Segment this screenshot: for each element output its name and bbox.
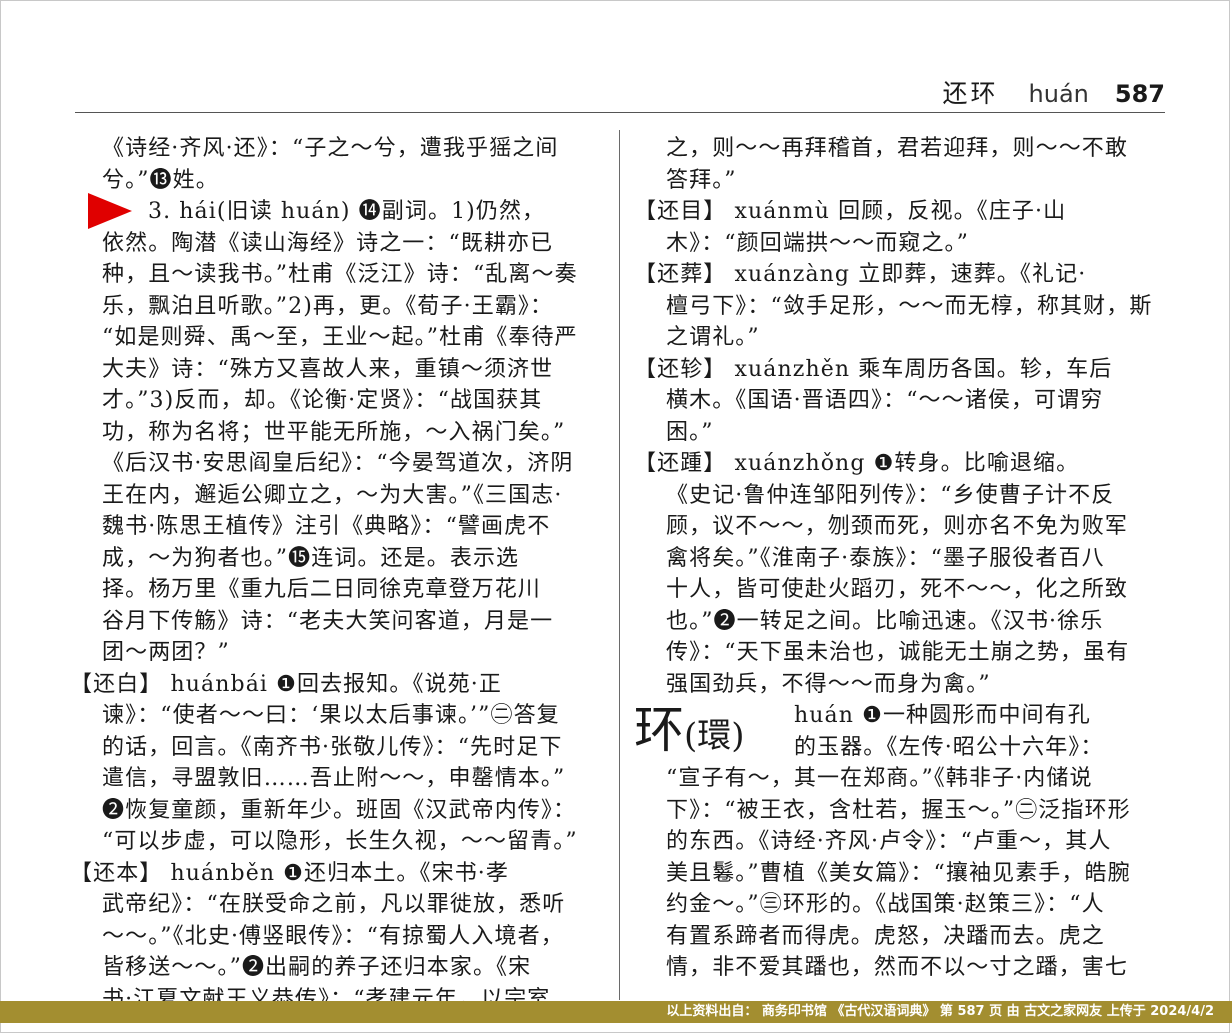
text-line: ❷恢复童颜，重新年少。班固《汉武帝内传》： — [102, 797, 577, 823]
text-line: 依然。陶潜《读山海经》诗之一：“既耕亦已 — [102, 230, 554, 256]
text-line: 困。” — [666, 419, 714, 445]
page-number: 587 — [1114, 80, 1165, 108]
text-line: 强国劲兵，不得～～而身为禽。” — [666, 671, 991, 697]
text-line: 择。杨万里《重九后二日同徐克章登万花川 — [102, 577, 541, 602]
text-line: 顾，议不～～，刎颈而死，则亦名不免为败军 — [666, 514, 1129, 539]
text-line: 之谓礼。” — [666, 325, 760, 350]
text-line: 有置系蹄者而得虎。虎怒，决蹯而去。虎之 — [666, 923, 1105, 949]
header-headwords: 还环 — [942, 79, 999, 108]
text-line: “可以步虚，可以隐形，长生久视，～～留青。” — [102, 829, 578, 854]
text-line: 乐，飘泊且听歌。”2)再，更。《荀子·王霸》： — [102, 293, 554, 319]
text-line: 皆移送～～。”❷出嗣的养子还归本家。《宋 — [102, 955, 532, 980]
text-line: 下》：“被王衣，含杜若，握玉～。”㊁泛指环形 — [666, 797, 1131, 823]
running-head: 还环 huán 587 — [943, 74, 1165, 110]
text-line: 也。”❷一转足之间。比喻迅速。《汉书·徐乐 — [666, 608, 1104, 634]
text-line: 美且鬈。”曹植《美女篇》：“攘袖见素手，皓腕 — [666, 860, 1131, 886]
text-line: 谷月下传觞》诗：“老夫大笑问客道，月是一 — [102, 608, 554, 634]
text-line: 团～两团？” — [102, 640, 230, 665]
text-line: 大夫》诗：“殊方又喜故人来，重镇～须济世 — [102, 356, 554, 382]
text-line: 谏》：“使者～～曰：‘果以太后事谏。’”㊁答复 — [102, 703, 560, 728]
big-headword-definition: huán ❶一种圆形而中间有孔 的玉器。《左传·昭公十六年》： — [794, 703, 1104, 760]
source-footer: 以上资料出自： 商务印书馆 《古代汉语词典》 第 587 页 由 古文之家网友 … — [0, 1001, 1232, 1023]
text-line: 木》：“颜回端拱～～而窥之。” — [666, 230, 969, 256]
entry-headword-line: 【还葬】 xuánzàng 立即葬，速葬。《礼记· — [634, 262, 1087, 287]
text-line: 的东西。《诗经·齐风·卢令》：“卢重～，其人 — [666, 829, 1112, 854]
entry-headword-line: 【还目】 xuánmù 回顾，反视。《庄子·山 — [634, 199, 1067, 224]
footer-source-text: 以上资料出自： 商务印书馆 《古代汉语词典》 第 587 页 由 古文之家网友 … — [666, 1004, 1214, 1019]
text-line: 传》：“天下虽未治也，诚能无土崩之势，虽有 — [666, 640, 1130, 665]
text-line: 书·江夏文献王义恭传》：“孝建元年，以宗室 — [102, 986, 551, 1002]
text-line: 才。”3)反而，却。《论衡·定贤》：“战国获其 — [102, 388, 543, 413]
text-line: 武帝纪》：“在朕受命之前，凡以罪徙放，悉听 — [102, 892, 566, 917]
text-line: 王在内，邂逅公卿立之，～为大害。”《三国志· — [102, 482, 563, 508]
text-line: 魏书·陈思王植传》注引《典略》：“譬画虎不 — [102, 514, 551, 539]
text-line: 禽将矣。”《淮南子·泰族》：“墨子服役者百八 — [666, 545, 1105, 571]
entry-headword-line: 【还白】 huánbái ❶回去报知。《说苑·正 — [70, 671, 502, 697]
page-header: 还环 huán 587 — [75, 70, 1165, 113]
entry-headword-line: 【还轸】 xuánzhěn 乘车周历各国。轸，车后 — [634, 356, 1113, 382]
text-line: 的话，回言。《南齐书·张敬儿传》：“先时足下 — [102, 734, 563, 760]
entry-headword-line: 【还本】 huánběn ❶还归本土。《宋书·孝 — [70, 860, 509, 886]
entry-headword-line: 【还踵】 xuánzhǒng ❶转身。比喻退缩。 — [634, 451, 1080, 476]
column-divider — [619, 130, 620, 1000]
text-line: 十人，皆可使赴火蹈刃，死不～～，化之所致 — [666, 577, 1129, 602]
text-line: 功，称为名将；世平能无所施，～入祸门矣。” — [102, 419, 566, 445]
text-line: ～～。”《北史·傅竖眼传》：“有掠蜀人入境者， — [102, 923, 564, 949]
text-line: 横木。《国语·晋语四》：“～～诸侯，可谓穷 — [666, 388, 1104, 413]
big-headword-entry: 环(環) huán ❶一种圆形而中间有孔 的玉器。《左传·昭公十六年》： — [634, 700, 1174, 763]
text-line: 遣信，寻盟敦旧……吾止附～～，申罄情本。” — [102, 766, 566, 791]
text-line: 兮。”⓭姓。 — [102, 167, 219, 193]
text-line: 之，则～～再拜稽首，君若迎拜，则～～不敢 — [666, 136, 1129, 161]
text-line: 《诗经·齐风·还》：“子之～兮，遭我乎猺之间 — [102, 136, 559, 161]
text-line: 答拜。” — [666, 167, 737, 193]
right-column: 之，则～～再拜稽首，君若迎拜，则～～不敢 答拜。” 【还目】 xuánmù 回顾，反… — [634, 133, 1174, 1001]
text-line: 3. hái(旧读 huán) ⓮副词。1)仍然， — [148, 199, 546, 224]
text-line: 种，且～读我书。”杜甫《泛江》诗：“乱离～奏 — [102, 262, 578, 287]
text-line: 檀弓下》：“敛手足形，～～而无椁，称其财，斯 — [666, 293, 1153, 319]
text-line: “如是则舜、禹～至，王业～起。”杜甫《奉待严 — [102, 325, 578, 350]
text-line: 约金～。”㊂环形的。《战国策·赵策三》：“人 — [666, 892, 1105, 917]
left-column: 《诗经·齐风·还》：“子之～兮，遭我乎猺之间 兮。”⓭姓。 3. hái(旧读 hu… — [70, 133, 608, 1001]
text-line: “宣子有～，其一在郑商。”《韩非子·内储说 — [666, 766, 1093, 791]
header-pinyin: huán — [1028, 80, 1089, 108]
big-headword-char: 环(環) — [634, 701, 745, 759]
text-line: 情，非不爱其蹯也，然而不以～寸之蹯，害七 — [666, 955, 1129, 980]
text-line: 《史记·鲁仲连邹阳列传》：“乡使曹子计不反 — [666, 482, 1115, 508]
text-line: 成，～为狗者也。”⓯连词。还是。表示选 — [102, 545, 520, 571]
text-line: 《后汉书·安思阎皇后纪》：“今晏驾道次，济阴 — [102, 451, 574, 476]
